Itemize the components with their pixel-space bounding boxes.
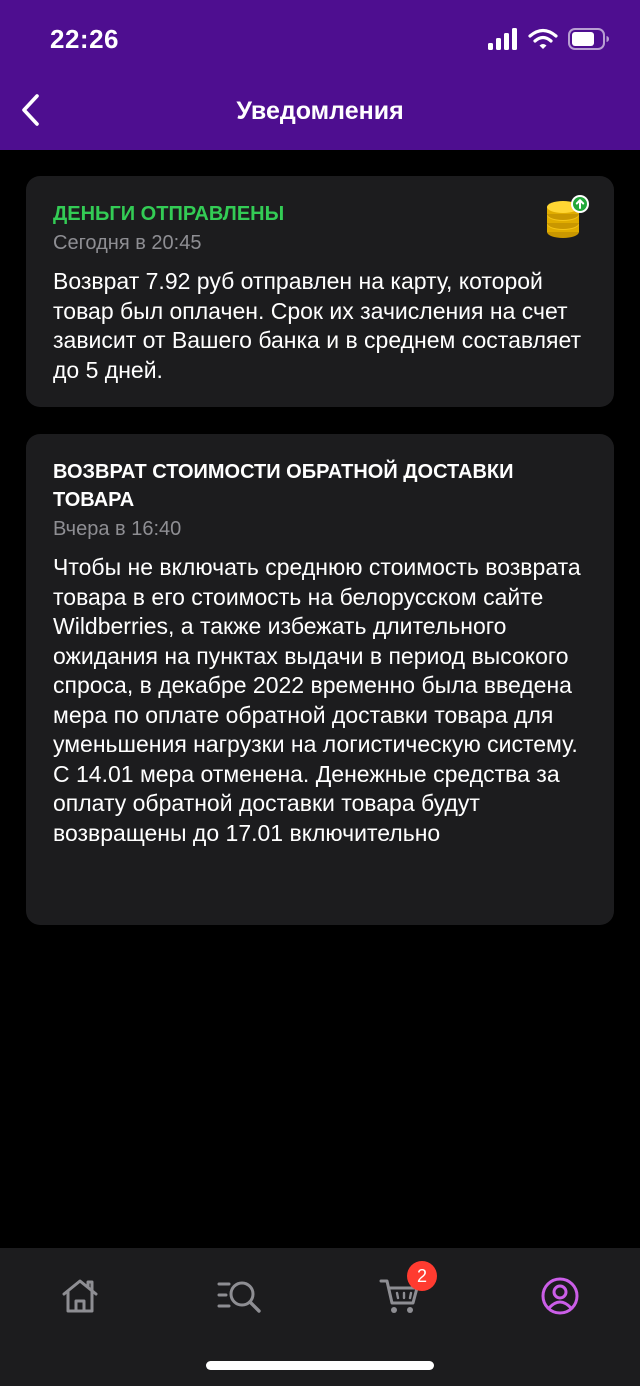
status-bar: 22:26 xyxy=(0,0,640,80)
tab-cart[interactable]: 2 xyxy=(365,1261,437,1328)
home-icon xyxy=(60,1277,100,1320)
cart-badge: 2 xyxy=(407,1261,437,1291)
notification-date: Сегодня в 20:45 xyxy=(53,232,202,254)
signal-icon xyxy=(488,27,518,55)
wifi-icon xyxy=(528,28,558,55)
notification-body: Возврат 7.92 руб отправлен на карту, кот… xyxy=(53,268,582,383)
search-icon xyxy=(217,1277,263,1320)
notification-date: Вчера в 16:40 xyxy=(53,518,182,540)
notification-body: Чтобы не включать среднюю стоимость возв… xyxy=(53,554,581,846)
notification-title: ВОЗВРАТ СТОИМОСТИ ОБРАТНОЙ ДОСТАВКИ ТОВА… xyxy=(53,461,514,511)
status-time: 22:26 xyxy=(50,24,119,54)
tab-home[interactable] xyxy=(45,1268,115,1328)
home-indicator xyxy=(206,1361,434,1370)
page-title: Уведомления xyxy=(236,97,404,125)
notification-card[interactable]: ДЕНЬГИ ОТПРАВЛЕНЫ Сегодня в 20:45 Возвра… xyxy=(26,176,614,407)
battery-icon xyxy=(568,27,610,55)
navigation-bar: Уведомления xyxy=(0,80,640,150)
profile-icon xyxy=(540,1276,580,1321)
tab-profile[interactable] xyxy=(525,1268,595,1328)
coins-icon xyxy=(542,194,592,244)
notification-title: ДЕНЬГИ ОТПРАВЛЕНЫ xyxy=(53,203,285,225)
status-icons xyxy=(488,27,610,55)
notification-card[interactable]: ВОЗВРАТ СТОИМОСТИ ОБРАТНОЙ ДОСТАВКИ ТОВА… xyxy=(26,434,614,925)
tab-catalog-search[interactable] xyxy=(205,1268,275,1328)
app-header: 22:26 Уведомления xyxy=(0,0,640,150)
